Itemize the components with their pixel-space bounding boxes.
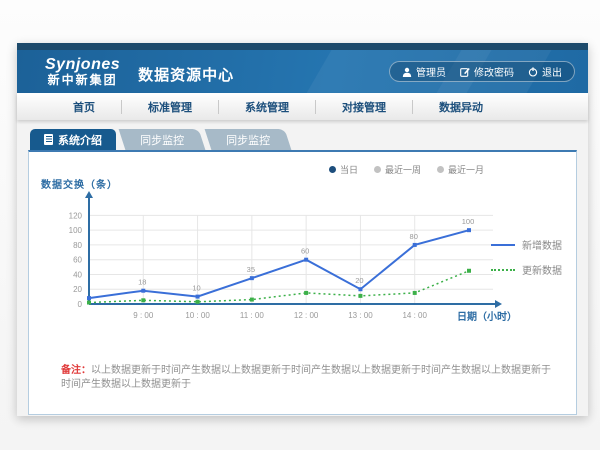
radio-selected-icon xyxy=(329,166,336,173)
edit-icon xyxy=(460,67,470,77)
tab-sync-monitor-1[interactable]: 同步监控 xyxy=(119,129,206,150)
change-password-button[interactable]: 修改密码 xyxy=(460,64,514,79)
footnote-separator: ： xyxy=(81,365,91,376)
radio-icon xyxy=(374,166,381,173)
power-icon xyxy=(528,67,538,77)
svg-text:40: 40 xyxy=(73,270,82,279)
svg-text:60: 60 xyxy=(301,247,309,256)
range-filter: 当日 最近一周 最近一月 xyxy=(329,163,484,176)
tab-label: 同步监控 xyxy=(140,132,184,148)
nav-item-data-change[interactable]: 数据异动 xyxy=(413,99,509,115)
svg-text:11 : 00: 11 : 00 xyxy=(240,311,264,320)
radio-icon xyxy=(437,166,444,173)
tab-sync-monitor-2[interactable]: 同步监控 xyxy=(205,129,292,150)
document-icon xyxy=(44,134,53,145)
range-option-label: 当日 xyxy=(340,163,358,176)
range-option-today[interactable]: 当日 xyxy=(329,163,358,176)
svg-text:120: 120 xyxy=(69,211,83,220)
svg-text:10 : 00: 10 : 00 xyxy=(185,311,210,320)
admin-user-label: 管理员 xyxy=(416,64,446,79)
app-window: Synjones 新中新集团 数据资源中心 管理员 修改密码 xyxy=(17,43,588,416)
logout-label: 退出 xyxy=(542,64,562,79)
chart-panel: 当日 最近一周 最近一月 数据交换（条） 0 20 40 60 80 100 120 9 : … xyxy=(28,150,577,415)
footnote-text: 以上数据更新于时间产生数据以上数据更新于时间产生数据以上数据更新于时间产生数据以… xyxy=(61,365,551,390)
line-chart: 0 20 40 60 80 100 120 9 : 00 10 : 00 11 : 00 12 : … xyxy=(47,190,519,337)
svg-text:9 : 00: 9 : 00 xyxy=(133,311,154,320)
change-password-label: 修改密码 xyxy=(474,64,514,79)
footnote: 备注：以上数据更新于时间产生数据以上数据更新于时间产生数据以上数据更新于时间产生… xyxy=(61,364,551,392)
series-legend: 新增数据 更新数据 xyxy=(491,237,562,277)
svg-text:0: 0 xyxy=(78,300,83,309)
tab-system-intro[interactable]: 系统介绍 xyxy=(30,129,116,150)
user-icon xyxy=(402,67,412,77)
logout-button[interactable]: 退出 xyxy=(528,64,562,79)
header-top-strip xyxy=(17,43,588,50)
chart-y-axis-title: 数据交换（条） xyxy=(41,176,118,191)
svg-text:日期（小时）: 日期（小时） xyxy=(457,310,517,323)
tab-label: 系统介绍 xyxy=(58,132,102,148)
range-option-last-week[interactable]: 最近一周 xyxy=(374,163,421,176)
svg-text:100: 100 xyxy=(69,226,83,235)
legend-update-data: 更新数据 xyxy=(491,262,562,277)
admin-user-button[interactable]: 管理员 xyxy=(402,64,446,79)
page-background: Synjones 新中新集团 数据资源中心 管理员 修改密码 xyxy=(0,0,600,450)
content-area: 系统介绍 同步监控 同步监控 当日 最近一周 xyxy=(17,120,588,415)
chart-canvas: 0 20 40 60 80 100 120 9 : 00 10 : 00 11 : 00 12 : … xyxy=(47,190,519,332)
tab-label: 同步监控 xyxy=(226,132,270,148)
app-header: Synjones 新中新集团 数据资源中心 管理员 修改密码 xyxy=(17,50,588,93)
svg-text:12 : 00: 12 : 00 xyxy=(294,311,319,320)
main-nav: 首页 标准管理 系统管理 对接管理 数据异动 xyxy=(17,93,588,120)
nav-item-home[interactable]: 首页 xyxy=(47,99,121,115)
blue-line-swatch xyxy=(491,244,515,246)
page-title: 数据资源中心 xyxy=(138,58,234,85)
svg-text:10: 10 xyxy=(192,284,200,293)
range-option-label: 最近一月 xyxy=(448,163,484,176)
company-logo: Synjones 新中新集团 xyxy=(45,57,120,86)
svg-text:60: 60 xyxy=(73,256,82,265)
series-label: 新增数据 xyxy=(522,237,562,252)
svg-text:35: 35 xyxy=(247,265,255,274)
svg-text:100: 100 xyxy=(462,217,475,226)
svg-text:13 : 00: 13 : 00 xyxy=(348,311,373,320)
nav-item-system-mgmt[interactable]: 系统管理 xyxy=(219,99,315,115)
svg-text:20: 20 xyxy=(355,276,363,285)
legend-new-data: 新增数据 xyxy=(491,237,562,252)
range-option-last-month[interactable]: 最近一月 xyxy=(437,163,484,176)
nav-item-interface-mgmt[interactable]: 对接管理 xyxy=(316,99,412,115)
series-label: 更新数据 xyxy=(522,262,562,277)
svg-text:80: 80 xyxy=(410,232,418,241)
footnote-label: 备注 xyxy=(61,365,81,376)
user-toolbar: 管理员 修改密码 退出 xyxy=(389,61,575,82)
nav-item-standard-mgmt[interactable]: 标准管理 xyxy=(122,99,218,115)
logo-text: Synjones xyxy=(45,57,120,74)
green-dotted-swatch xyxy=(491,269,515,271)
logo-subtext: 新中新集团 xyxy=(45,74,120,87)
svg-text:20: 20 xyxy=(73,285,82,294)
tab-bar: 系统介绍 同步监控 同步监控 xyxy=(30,129,577,150)
range-option-label: 最近一周 xyxy=(385,163,421,176)
svg-text:18: 18 xyxy=(138,278,146,287)
svg-text:80: 80 xyxy=(73,241,82,250)
svg-text:14 : 00: 14 : 00 xyxy=(402,311,427,320)
